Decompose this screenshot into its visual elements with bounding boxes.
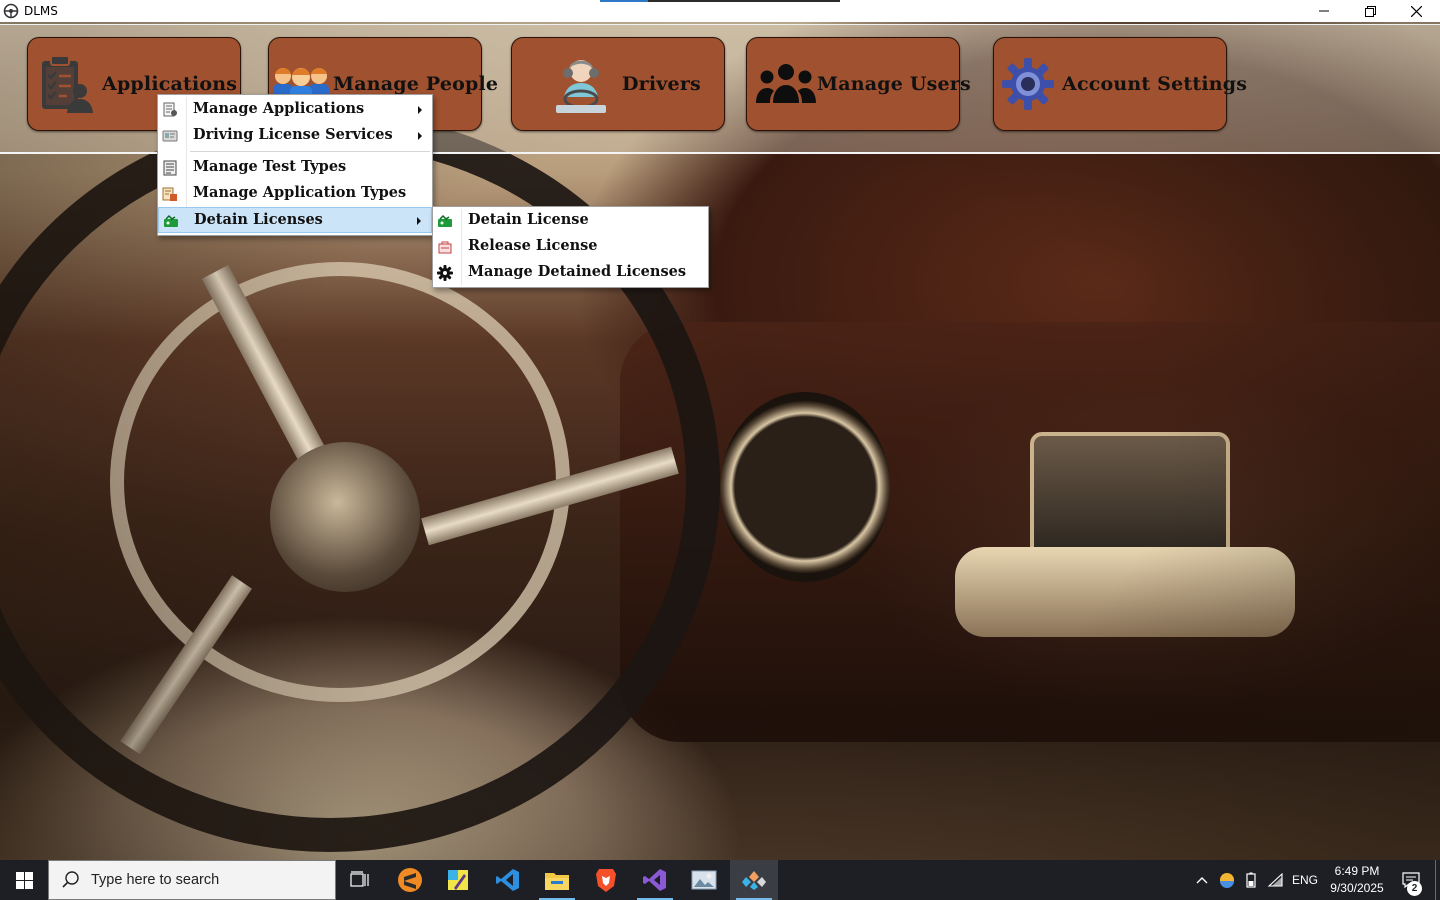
account-settings-button[interactable]: Account Settings bbox=[993, 37, 1247, 131]
menu-item-driving-license-services[interactable]: Driving License Services bbox=[158, 123, 432, 149]
license-services-icon bbox=[162, 128, 178, 144]
taskbar-visual-studio[interactable] bbox=[631, 860, 679, 900]
steering-wheel-icon bbox=[3, 3, 19, 19]
dlms-app-icon bbox=[742, 871, 766, 890]
taskbar: Type here to search ENG 6:49 PM 9/30/202… bbox=[0, 860, 1440, 900]
release-license-icon bbox=[437, 239, 453, 255]
tray-clock[interactable]: 6:49 PM 9/30/2025 bbox=[1318, 863, 1396, 897]
window-title: DLMS bbox=[24, 4, 58, 18]
taskbar-photos[interactable] bbox=[680, 860, 728, 900]
taskbar-dlms-app[interactable] bbox=[730, 860, 778, 900]
driver-icon bbox=[512, 53, 622, 115]
clock-date: 9/30/2025 bbox=[1330, 881, 1384, 895]
gear-icon bbox=[994, 56, 1062, 112]
notification-count-badge: 2 bbox=[1407, 881, 1422, 896]
manage-people-label: Manage People bbox=[333, 73, 499, 95]
minimize-icon bbox=[1319, 10, 1329, 12]
start-button[interactable] bbox=[0, 860, 48, 900]
menu-item-label: Manage Application Types bbox=[193, 184, 407, 201]
gear-icon bbox=[437, 265, 453, 281]
windows-logo-icon bbox=[15, 871, 33, 889]
show-hidden-icons-button[interactable] bbox=[1192, 860, 1212, 900]
applications-label: Applications bbox=[102, 73, 238, 95]
menu-item-manage-test-types[interactable]: Manage Test Types bbox=[158, 155, 432, 181]
vscode-icon bbox=[496, 869, 519, 891]
sublime-text-icon bbox=[398, 868, 422, 892]
users-icon bbox=[747, 63, 817, 105]
menu-item-detain-license[interactable]: Detain License bbox=[433, 208, 708, 234]
taskbar-brave[interactable] bbox=[582, 860, 630, 900]
manage-users-button[interactable]: Manage Users bbox=[746, 37, 971, 131]
language-indicator: ENG bbox=[1291, 873, 1318, 887]
drivers-label: Drivers bbox=[622, 73, 701, 95]
tray-language[interactable]: ENG bbox=[1290, 860, 1320, 900]
menu-item-label: Release License bbox=[468, 237, 598, 254]
menu-item-release-license[interactable]: Release License bbox=[433, 234, 708, 260]
detain-licenses-submenu: Detain License Release License Manage De… bbox=[432, 206, 709, 288]
close-button[interactable] bbox=[1393, 0, 1439, 22]
photos-icon bbox=[691, 870, 717, 890]
task-view-button[interactable] bbox=[336, 860, 384, 900]
menu-item-label: Driving License Services bbox=[193, 126, 393, 143]
applications-icon bbox=[162, 102, 178, 118]
manage-users-label: Manage Users bbox=[817, 73, 971, 95]
account-settings-label: Account Settings bbox=[1062, 73, 1248, 95]
taskbar-search-box[interactable]: Type here to search bbox=[48, 860, 336, 900]
taskbar-vscode[interactable] bbox=[484, 860, 532, 900]
taskbar-paint[interactable] bbox=[434, 860, 482, 900]
menu-item-manage-detained-licenses[interactable]: Manage Detained Licenses bbox=[433, 260, 708, 286]
minimize-button[interactable] bbox=[1301, 0, 1347, 22]
menu-item-detain-licenses[interactable]: Detain Licenses bbox=[158, 207, 432, 233]
tray-battery[interactable] bbox=[1240, 860, 1262, 900]
drivers-button[interactable]: Drivers bbox=[511, 37, 725, 131]
search-icon bbox=[62, 871, 79, 888]
battery-icon bbox=[1246, 872, 1256, 888]
visual-studio-icon bbox=[643, 869, 666, 891]
menu-item-label: Detain Licenses bbox=[194, 211, 323, 228]
taskbar-file-explorer[interactable] bbox=[533, 860, 581, 900]
detain-license-icon bbox=[437, 213, 453, 229]
search-placeholder: Type here to search bbox=[91, 872, 220, 888]
task-view-icon bbox=[350, 871, 369, 887]
close-icon bbox=[1410, 5, 1422, 17]
restore-button[interactable] bbox=[1347, 0, 1393, 22]
applications-dropdown-menu: Manage Applications Driving License Serv… bbox=[157, 94, 433, 236]
tray-weather[interactable] bbox=[1216, 860, 1238, 900]
brave-icon bbox=[596, 869, 616, 892]
paint-icon bbox=[448, 870, 468, 890]
taskbar-sublime-text[interactable] bbox=[386, 860, 434, 900]
submenu-arrow-icon bbox=[418, 106, 422, 114]
menu-item-manage-applications[interactable]: Manage Applications bbox=[158, 97, 432, 123]
menu-item-label: Manage Test Types bbox=[193, 158, 347, 175]
menu-item-label: Manage Detained Licenses bbox=[468, 263, 687, 280]
file-explorer-icon bbox=[545, 873, 569, 890]
wifi-icon bbox=[1267, 873, 1283, 887]
test-types-icon bbox=[162, 160, 178, 176]
show-desktop-divider[interactable] bbox=[1435, 860, 1436, 900]
weather-icon bbox=[1220, 873, 1234, 888]
submenu-arrow-icon bbox=[417, 217, 421, 225]
submenu-arrow-icon bbox=[418, 132, 422, 140]
clipboard-user-icon bbox=[28, 53, 102, 115]
tray-network[interactable] bbox=[1264, 860, 1288, 900]
chevron-up-icon bbox=[1196, 877, 1208, 884]
restore-icon bbox=[1364, 5, 1376, 17]
title-bar: DLMS bbox=[0, 0, 1440, 22]
clock-time: 6:49 PM bbox=[1334, 864, 1380, 878]
title-focus-indicator bbox=[600, 0, 840, 2]
menu-item-manage-application-types[interactable]: Manage Application Types bbox=[158, 181, 432, 207]
detain-icon bbox=[163, 213, 179, 229]
menu-item-label: Detain License bbox=[468, 211, 589, 228]
menu-item-label: Manage Applications bbox=[193, 100, 365, 117]
application-types-icon bbox=[162, 186, 178, 202]
